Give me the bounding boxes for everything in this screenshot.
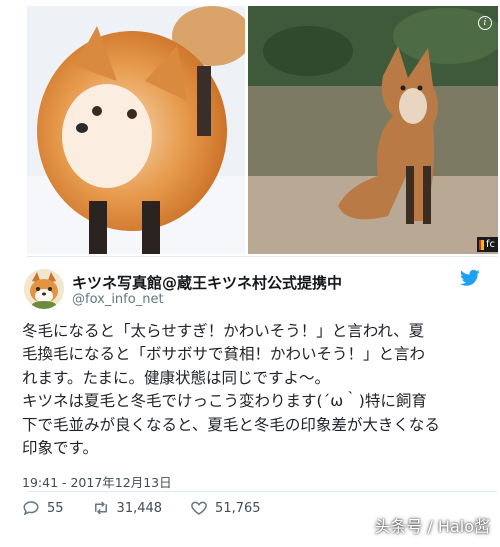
like-button[interactable]: 51,765 [190,499,261,517]
photo-summer-fox[interactable]: i fc [248,6,498,254]
tweet-line: れます。たまに。健康状態は同じですよ〜。 [22,368,330,387]
source-watermark: 头条号 / Halo酱 [374,517,490,536]
reply-icon [23,501,39,516]
heart-icon [191,501,207,515]
tweet-line: 毛換毛になると「ボサボサで貧相！かわいそう！」と言わ [22,345,426,364]
tweet-line: キツネは夏毛と冬毛でけっこう変わります(´ω｀)特に飼育 [22,392,427,411]
tweet-actions: 55 31,448 51,765 [22,497,289,519]
like-count: 51,765 [215,500,261,516]
source-badge-label: fc [485,239,495,250]
flag-icon [478,239,484,250]
retweet-button[interactable]: 31,448 [92,499,163,517]
avatar[interactable] [24,269,64,309]
reply-button[interactable]: 55 [22,499,64,517]
photo-grid: i fc [0,0,500,256]
retweet-icon [94,501,107,515]
tweet-line: 冬毛になると「太らせすぎ！かわいそう！」と言われ、夏 [22,322,425,340]
tweet-header: キツネ写真館@蔵王キツネ村公式提携中 @fox_info_net [24,265,480,313]
tweet-body: 冬毛になると「太らせすぎ！かわいそう！」と言われ、夏 毛換毛になると「ボサボサで… [22,320,492,460]
actions-divider [27,491,497,492]
user-handle[interactable]: @fox_info_net [72,292,164,307]
source-badge: fc [476,237,498,252]
info-icon[interactable]: i [478,16,492,30]
reply-count: 55 [47,500,64,516]
tweet-timestamp[interactable]: 19:41 - 2017年12月13日 [22,472,172,491]
twitter-bird-icon[interactable] [460,269,480,287]
tweet-line: 印象です。 [22,439,98,458]
tweet-line: 下で毛並みが良くなると、夏毛と冬毛の印象差が大きくなる [22,415,440,434]
display-name[interactable]: キツネ写真館@蔵王キツネ村公式提携中 [72,272,342,293]
photo-winter-fox[interactable] [27,6,245,254]
photo-divider [27,256,497,257]
retweet-count: 31,448 [116,500,163,516]
